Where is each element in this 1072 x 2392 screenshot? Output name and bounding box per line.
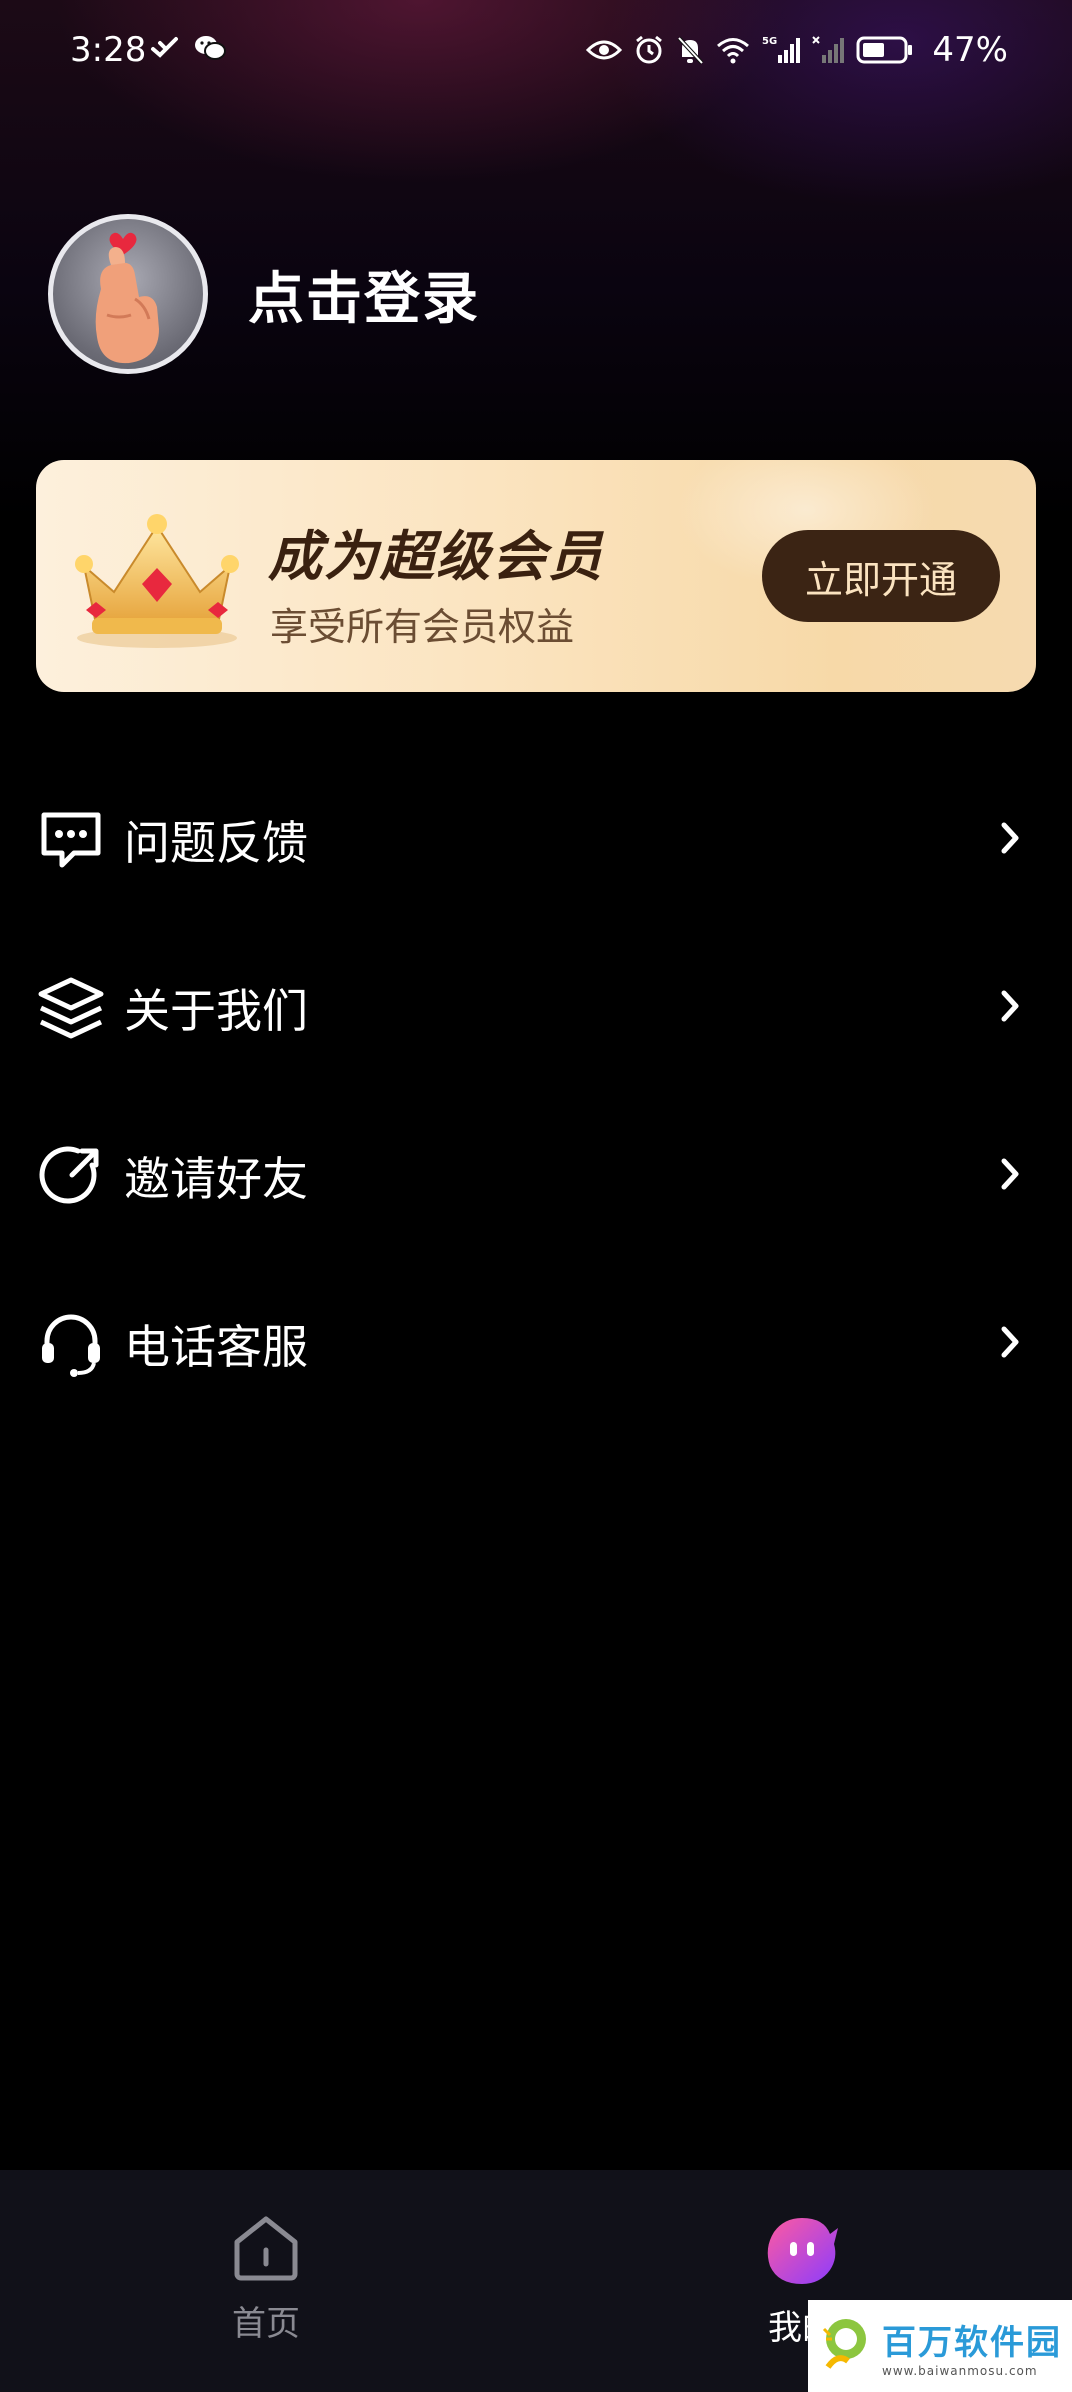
- settings-menu: 问题反馈 关于我们 邀请好友 电话客服: [0, 756, 1072, 1428]
- activate-vip-button[interactable]: 立即开通: [762, 530, 1000, 622]
- status-left-icons: [150, 34, 226, 62]
- tab-home-label: 首页: [232, 2304, 300, 2344]
- chevron-right-icon: [1000, 1157, 1020, 1195]
- battery-icon: [856, 35, 914, 65]
- headset-icon: [36, 1309, 106, 1379]
- chevron-right-icon: [1000, 1325, 1020, 1363]
- crown-icon: [62, 506, 252, 660]
- chevron-right-icon: [1000, 989, 1020, 1027]
- status-right-icons: 5G 47%: [586, 30, 1008, 70]
- avatar[interactable]: [48, 214, 208, 374]
- menu-label: 问题反馈: [124, 816, 308, 870]
- network-type-label: 5G: [762, 36, 777, 47]
- app-notification-icon: [150, 34, 180, 62]
- menu-item-feedback[interactable]: 问题反馈: [0, 756, 1072, 924]
- login-link[interactable]: 点击登录: [248, 254, 480, 335]
- battery-percentage: 47%: [932, 30, 1008, 70]
- alarm-icon: [634, 35, 664, 65]
- menu-item-phone-service[interactable]: 电话客服: [0, 1260, 1072, 1428]
- home-icon: [231, 2214, 301, 2286]
- chat-bubble-icon: [36, 805, 106, 875]
- menu-label: 邀请好友: [124, 1152, 308, 1206]
- status-bar: 3:28 5G 47%: [0, 0, 1072, 104]
- chevron-right-icon: [1000, 821, 1020, 859]
- menu-item-about[interactable]: 关于我们: [0, 924, 1072, 1092]
- share-arrow-icon: [36, 1141, 106, 1211]
- vip-title: 成为超级会员: [268, 525, 604, 588]
- profile-header[interactable]: 点击登录: [48, 214, 480, 374]
- eye-icon: [586, 38, 623, 62]
- wifi-icon: [716, 36, 750, 64]
- mine-face-icon: [764, 2214, 840, 2290]
- vip-banner[interactable]: 成为超级会员 享受所有会员权益 立即开通: [36, 460, 1036, 692]
- menu-label: 关于我们: [124, 984, 308, 1038]
- finger-heart-icon: [95, 232, 159, 364]
- layers-icon: [36, 973, 106, 1043]
- watermark: 百万软件园 www.baiwanmosu.com: [808, 2300, 1072, 2392]
- signal-no-service-icon: [812, 35, 845, 65]
- watermark-url: www.baiwanmosu.com: [882, 2363, 1038, 2378]
- menu-label: 电话客服: [124, 1320, 308, 1374]
- tab-home[interactable]: 首页: [166, 2214, 366, 2345]
- watermark-logo-icon: [818, 2309, 874, 2383]
- menu-item-invite[interactable]: 邀请好友: [0, 1092, 1072, 1260]
- signal-5g-icon: 5G: [762, 35, 801, 65]
- profile-page: 3:28 5G 47% 点击登录 成为超级会员 享受所有会员权益 立即开通 问题…: [0, 0, 1072, 2392]
- mute-bell-icon: [676, 35, 704, 65]
- vip-subtitle: 享受所有会员权益: [270, 605, 575, 649]
- wechat-icon: [194, 34, 226, 62]
- status-time: 3:28: [70, 30, 147, 70]
- watermark-text-group: 百万软件园 www.baiwanmosu.com: [882, 2315, 1062, 2378]
- watermark-text: 百万软件园: [882, 2322, 1062, 2363]
